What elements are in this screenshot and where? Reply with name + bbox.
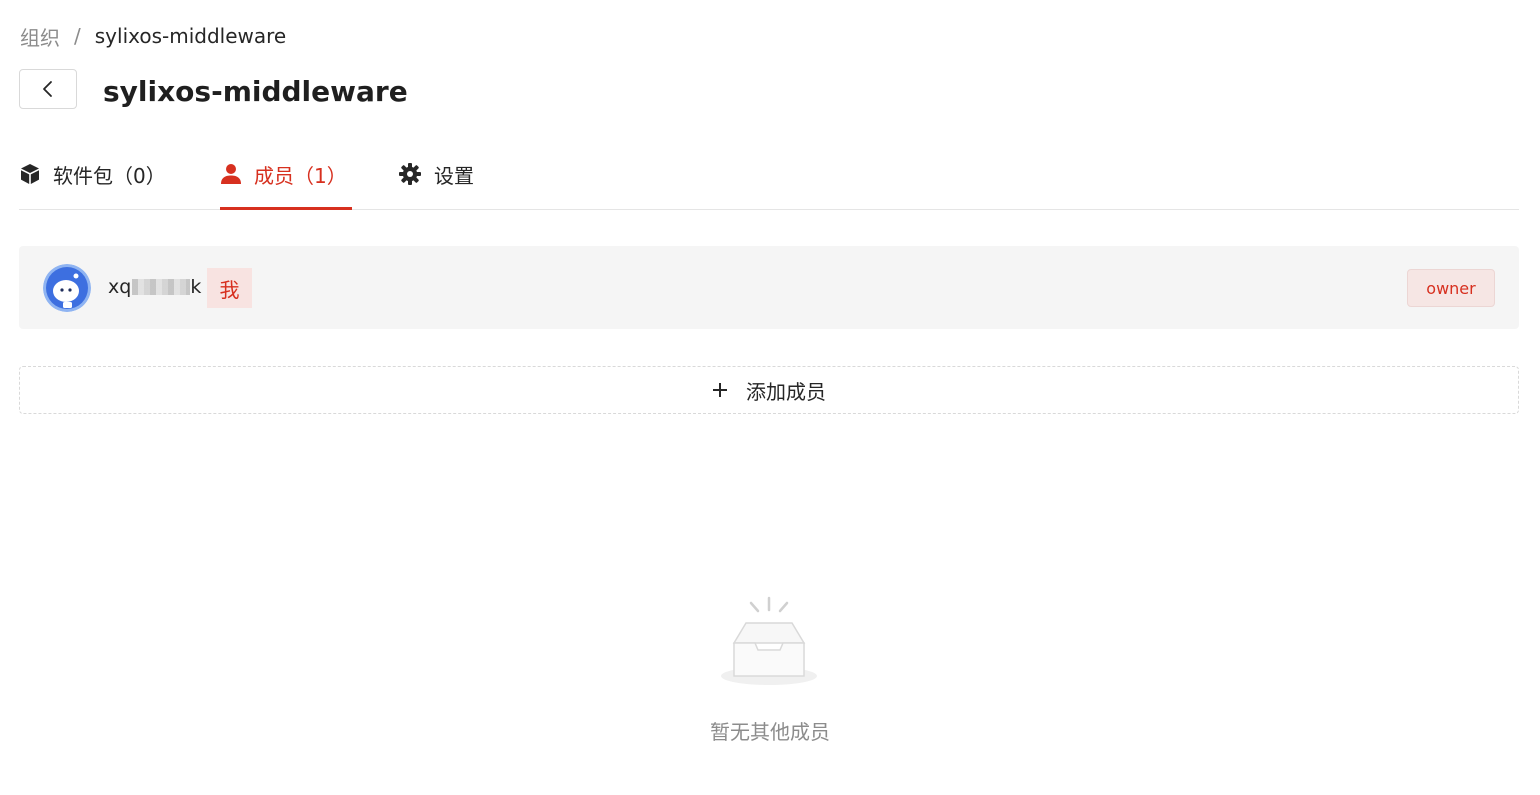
gear-icon [399,163,421,185]
add-member-button[interactable]: 添加成员 [19,366,1519,414]
chevron-left-icon [43,81,52,97]
breadcrumb-root-link[interactable]: 组织 [20,22,60,51]
breadcrumb-separator: / [74,24,81,48]
empty-state-text: 暂无其他成员 [710,720,830,744]
member-name-visible: xq [108,276,132,298]
plus-icon [713,383,727,397]
breadcrumb-current: sylixos-middleware [94,24,287,48]
role-badge: owner [1407,269,1495,307]
avatar [43,264,91,312]
page-title: sylixos-middleware [103,75,408,108]
member-name-tail: k [190,276,202,298]
empty-state: 暂无其他成员 [620,590,920,750]
tab-settings-label: 设置 [434,163,474,188]
member-row: xq k 我 owner [19,246,1519,329]
tab-packages[interactable]: 软件包（0） [19,140,166,208]
redacted-name-block [132,279,191,295]
avatar-icon [43,264,91,312]
tab-members-label: 成员（1） [254,163,347,188]
breadcrumb: 组织 / sylixos-middleware [20,22,286,50]
tab-packages-label: 软件包（0） [53,163,166,188]
back-button[interactable] [19,69,77,109]
tab-bar: 软件包（0） 成员（1） 设置 [19,140,1519,210]
add-member-label: 添加成员 [746,379,826,404]
tab-settings[interactable]: 设置 [398,140,474,208]
self-badge: 我 [207,268,252,308]
active-tab-indicator [220,207,352,210]
tab-members[interactable]: 成员（1） [220,140,347,208]
page: 组织 / sylixos-middleware sylixos-middlewa… [0,0,1540,795]
member-name: xq k [108,273,201,301]
package-icon [21,164,39,184]
user-icon [221,164,241,184]
empty-inbox-icon [721,596,817,685]
